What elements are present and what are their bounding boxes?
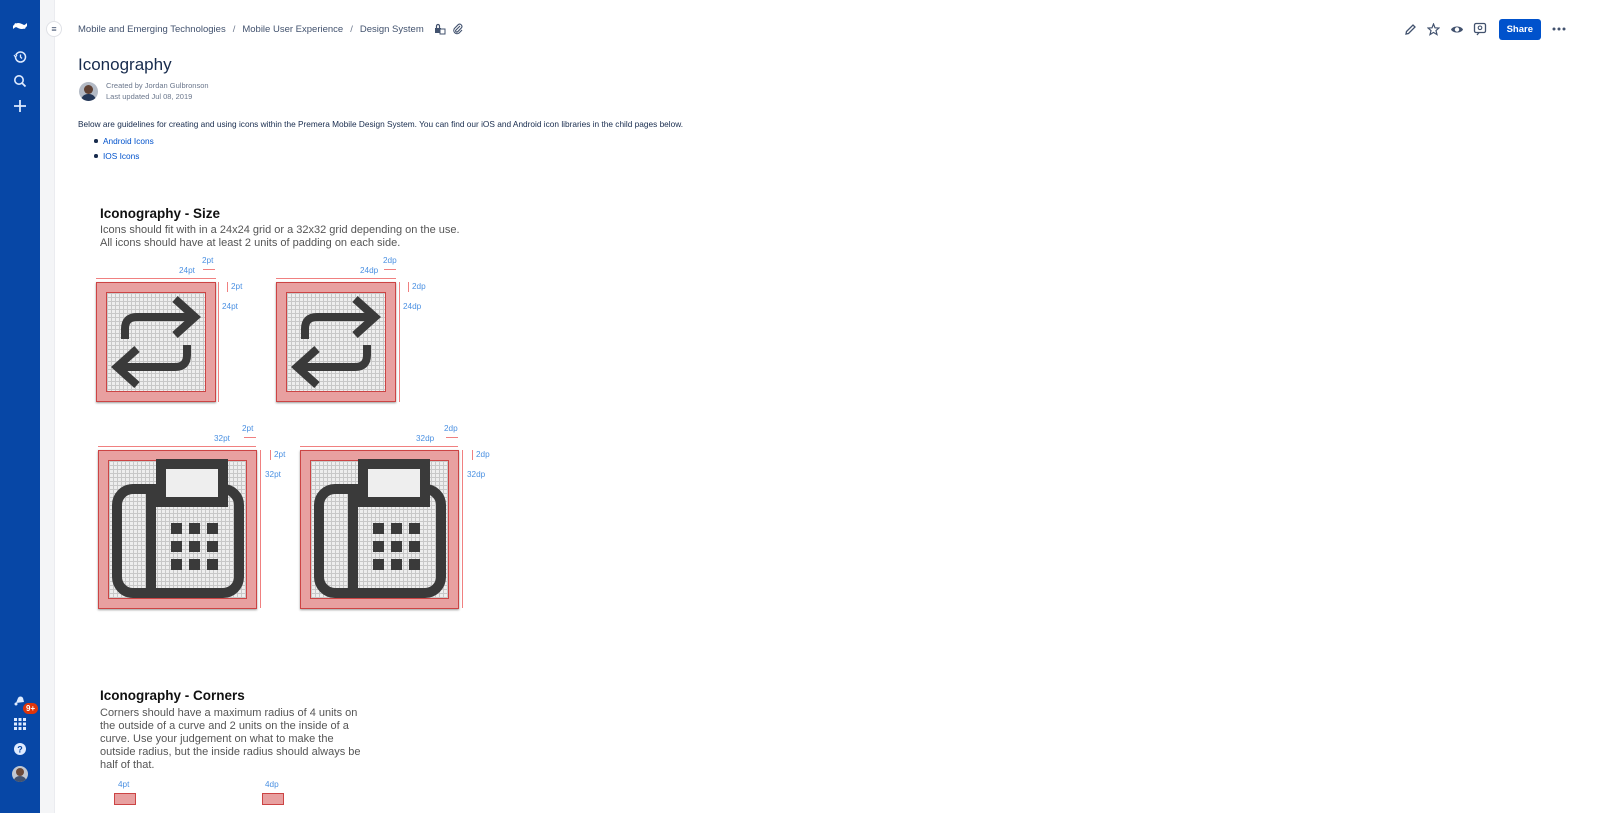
sidebar-toggle-icon[interactable]: ≡ — [46, 21, 62, 37]
dim-label: 32dp — [416, 434, 435, 443]
dim-label: 2dp — [476, 450, 490, 459]
fax-icon-32pt-tile — [98, 450, 257, 609]
page-actions: Share — [1399, 18, 1570, 40]
dim-line — [227, 282, 228, 292]
profile-avatar[interactable] — [8, 762, 32, 786]
fax-icon — [112, 459, 244, 598]
size-section-desc-2: All icons should have at least 2 units o… — [100, 237, 401, 249]
dim-label: 2pt — [242, 424, 254, 433]
corners-desc-line: the outside of a curve and 2 units on th… — [100, 720, 349, 732]
confluence-logo-icon[interactable] — [8, 14, 32, 38]
byline: Created by Jordan Gulbronson Last update… — [79, 80, 209, 102]
last-updated[interactable]: Last updated Jul 08, 2019 — [106, 91, 209, 102]
dim-label: 2pt — [274, 450, 286, 459]
corners-desc-line: Corners should have a maximum radius of … — [100, 707, 358, 719]
dim-label: 24pt — [222, 302, 238, 311]
fax-icon-32dp-tile — [300, 450, 459, 609]
corners-desc-line: half of that. — [100, 759, 155, 771]
dim-label: 4dp — [265, 780, 279, 789]
dim-label: 2pt — [202, 256, 214, 265]
share-button[interactable]: Share — [1498, 18, 1541, 40]
dim-line — [98, 446, 256, 447]
repeat-icon-24pt-tile — [96, 282, 216, 402]
svg-text:?: ? — [17, 745, 23, 755]
dim-label: 2pt — [231, 282, 243, 291]
dim-label: 24pt — [179, 266, 195, 275]
dim-line — [203, 269, 215, 270]
corners-section-title: Iconography - Corners — [100, 688, 245, 703]
dim-label: 2dp — [383, 256, 397, 265]
dim-label: 32pt — [214, 434, 230, 443]
attachment-icon[interactable] — [452, 23, 464, 35]
breadcrumb-item[interactable]: Mobile User Experience — [242, 24, 343, 35]
help-icon[interactable]: ? — [8, 737, 32, 761]
search-icon[interactable] — [8, 69, 32, 93]
dim-line — [446, 437, 458, 438]
app-switcher-icon[interactable] — [8, 712, 32, 736]
iconography-design-image: Iconography - Size Icons should fit with… — [92, 196, 612, 813]
watch-icon[interactable] — [1446, 18, 1468, 40]
intro-text: Below are guidelines for creating and us… — [78, 119, 684, 129]
dim-label: 24dp — [403, 302, 422, 311]
dim-label: 32dp — [467, 470, 486, 479]
dim-label: 4pt — [118, 780, 130, 789]
dim-line — [218, 282, 219, 402]
dim-label: 32pt — [265, 470, 281, 479]
page-title: Iconography — [78, 55, 172, 75]
dim-line — [384, 269, 396, 270]
dim-line — [408, 282, 409, 292]
sidebar-collapsed-edge — [40, 0, 55, 813]
dim-line — [300, 446, 458, 447]
author-avatar[interactable] — [79, 81, 98, 101]
global-navigation: 9+ ? — [0, 0, 40, 813]
dim-line — [270, 450, 271, 460]
corners-desc-line: curve. Use your judgement on what to mak… — [100, 733, 334, 745]
repeat-icon — [291, 296, 381, 388]
restrictions-icon[interactable] — [434, 23, 446, 35]
dim-line — [399, 282, 400, 402]
star-icon[interactable] — [1423, 18, 1445, 40]
corner-example-tile — [262, 793, 284, 805]
edit-icon[interactable] — [1400, 18, 1422, 40]
create-icon[interactable] — [8, 94, 32, 118]
link-android-icons[interactable]: Android Icons — [94, 136, 154, 146]
size-section-desc-1: Icons should fit with in a 24x24 grid or… — [100, 224, 460, 236]
breadcrumb-item[interactable]: Design System — [360, 24, 424, 35]
dim-line — [472, 450, 473, 460]
link-ios-icons[interactable]: IOS Icons — [94, 151, 154, 161]
corner-example-tile — [114, 793, 136, 805]
dim-line — [462, 450, 463, 608]
more-icon[interactable] — [1548, 18, 1570, 40]
breadcrumb-item[interactable]: Mobile and Emerging Technologies — [78, 24, 226, 35]
child-page-links: Android Icons IOS Icons — [94, 136, 154, 166]
dim-line — [96, 278, 216, 279]
created-by: Created by Jordan Gulbronson — [106, 81, 209, 90]
dim-label: 2dp — [412, 282, 426, 291]
size-section-title: Iconography - Size — [100, 206, 221, 221]
repeat-icon-24dp-tile — [276, 282, 396, 402]
dim-label: 2dp — [444, 424, 458, 433]
dim-line — [260, 450, 261, 608]
analytics-icon[interactable] — [1469, 18, 1491, 40]
corners-desc-line: outside radius, but the inside radius sh… — [100, 746, 361, 758]
repeat-icon — [111, 296, 201, 388]
dim-line — [276, 278, 396, 279]
dim-label: 24dp — [360, 266, 379, 275]
breadcrumb: Mobile and Emerging Technologies / Mobil… — [78, 23, 464, 35]
dim-line — [244, 437, 256, 438]
fax-icon — [314, 459, 446, 598]
recent-icon[interactable] — [8, 45, 32, 69]
